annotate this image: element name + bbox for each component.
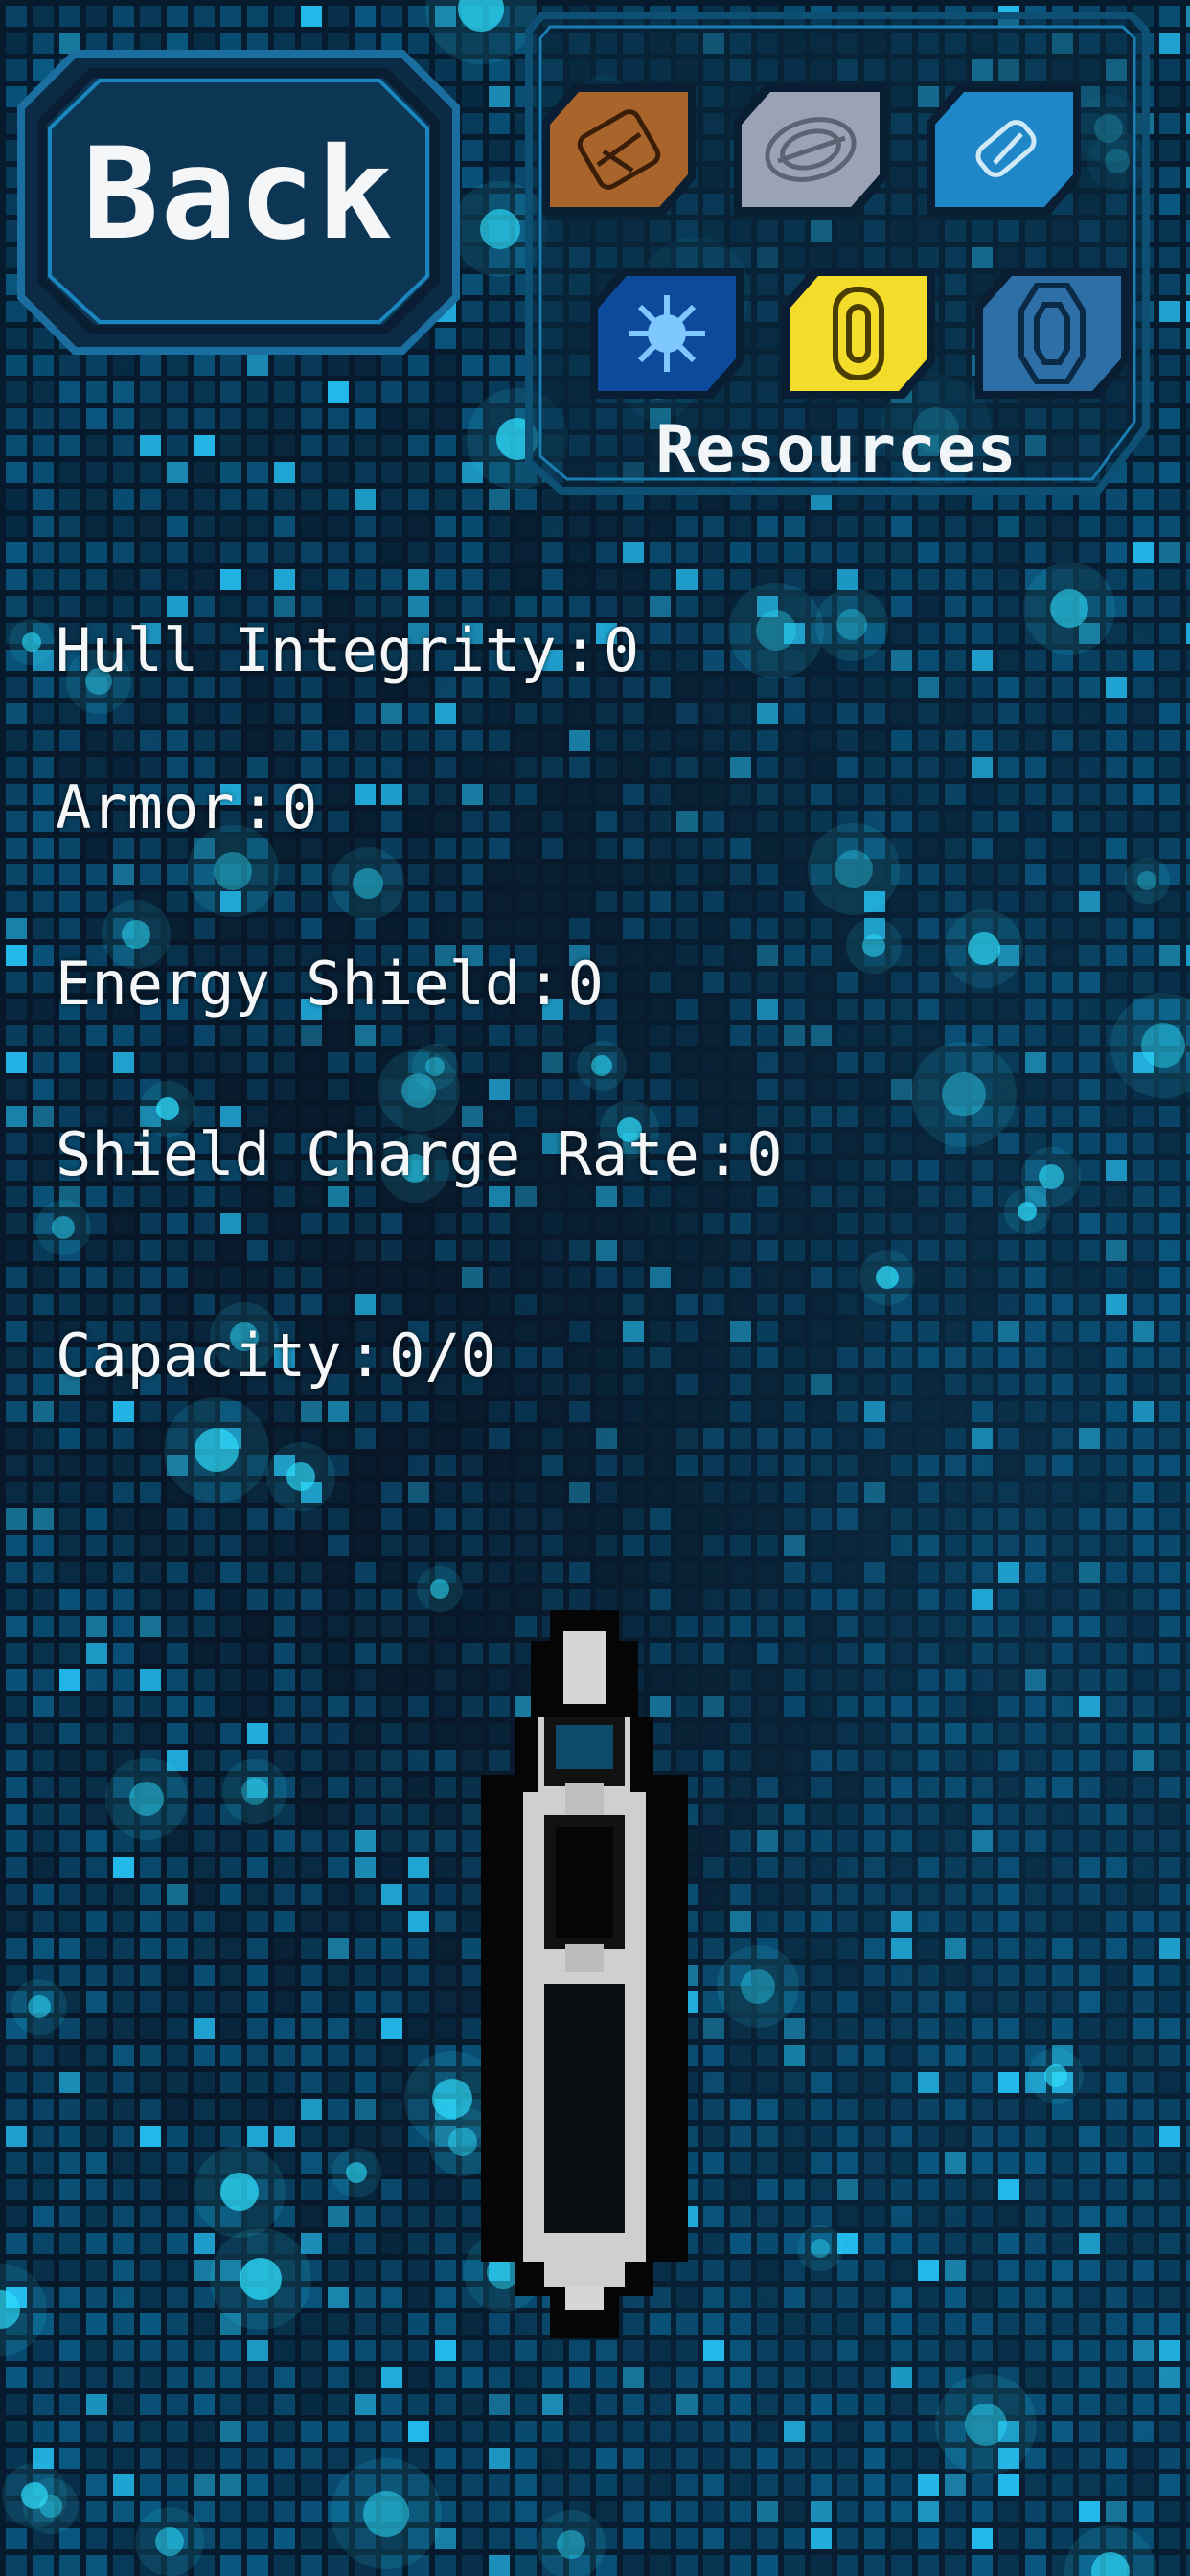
plasma-icon [590,268,744,399]
crystal-resource-button[interactable] [970,263,1134,404]
stat-value: 0 [567,949,604,1019]
stat-hull-integrity: Hull Integrity:0 [56,615,640,685]
gold-resource-button[interactable] [776,263,941,404]
silicon-resource-button[interactable] [922,79,1087,220]
ship-stats-screen: Back Resources Hull Integrity:0 Armor:0 … [0,0,1190,2576]
stat-shield-charge-rate: Shield Charge Rate:0 [56,1119,783,1189]
crystal-icon [975,268,1129,399]
spaceship-sprite [481,1610,688,2338]
iron-ore-icon [734,84,887,215]
back-button[interactable]: Back [17,50,460,355]
gold-icon [782,268,935,399]
stat-energy-shield: Energy Shield:0 [56,949,604,1019]
stat-label: Energy Shield [56,949,521,1019]
stat-label: Shield Charge Rate [56,1119,699,1189]
resources-panel: Resources [523,12,1150,527]
stat-value: 0 [281,772,318,842]
back-button-label: Back [82,121,395,268]
stat-label: Armor [56,772,235,842]
stat-value: 0 [746,1119,783,1189]
copper-ore-icon [542,84,696,215]
copper-ore-resource-button[interactable] [537,79,701,220]
stat-capacity: Capacity:0/0 [56,1321,496,1391]
stat-value: 0 [603,615,640,685]
resources-label: Resources [655,412,1018,488]
stat-label: Hull Integrity [56,615,557,685]
stat-label: Capacity [56,1321,342,1391]
stat-armor: Armor:0 [56,772,318,842]
stat-value: 0/0 [388,1321,496,1391]
plasma-resource-button[interactable] [584,263,749,404]
iron-ore-resource-button[interactable] [728,79,893,220]
silicon-icon [927,84,1081,215]
